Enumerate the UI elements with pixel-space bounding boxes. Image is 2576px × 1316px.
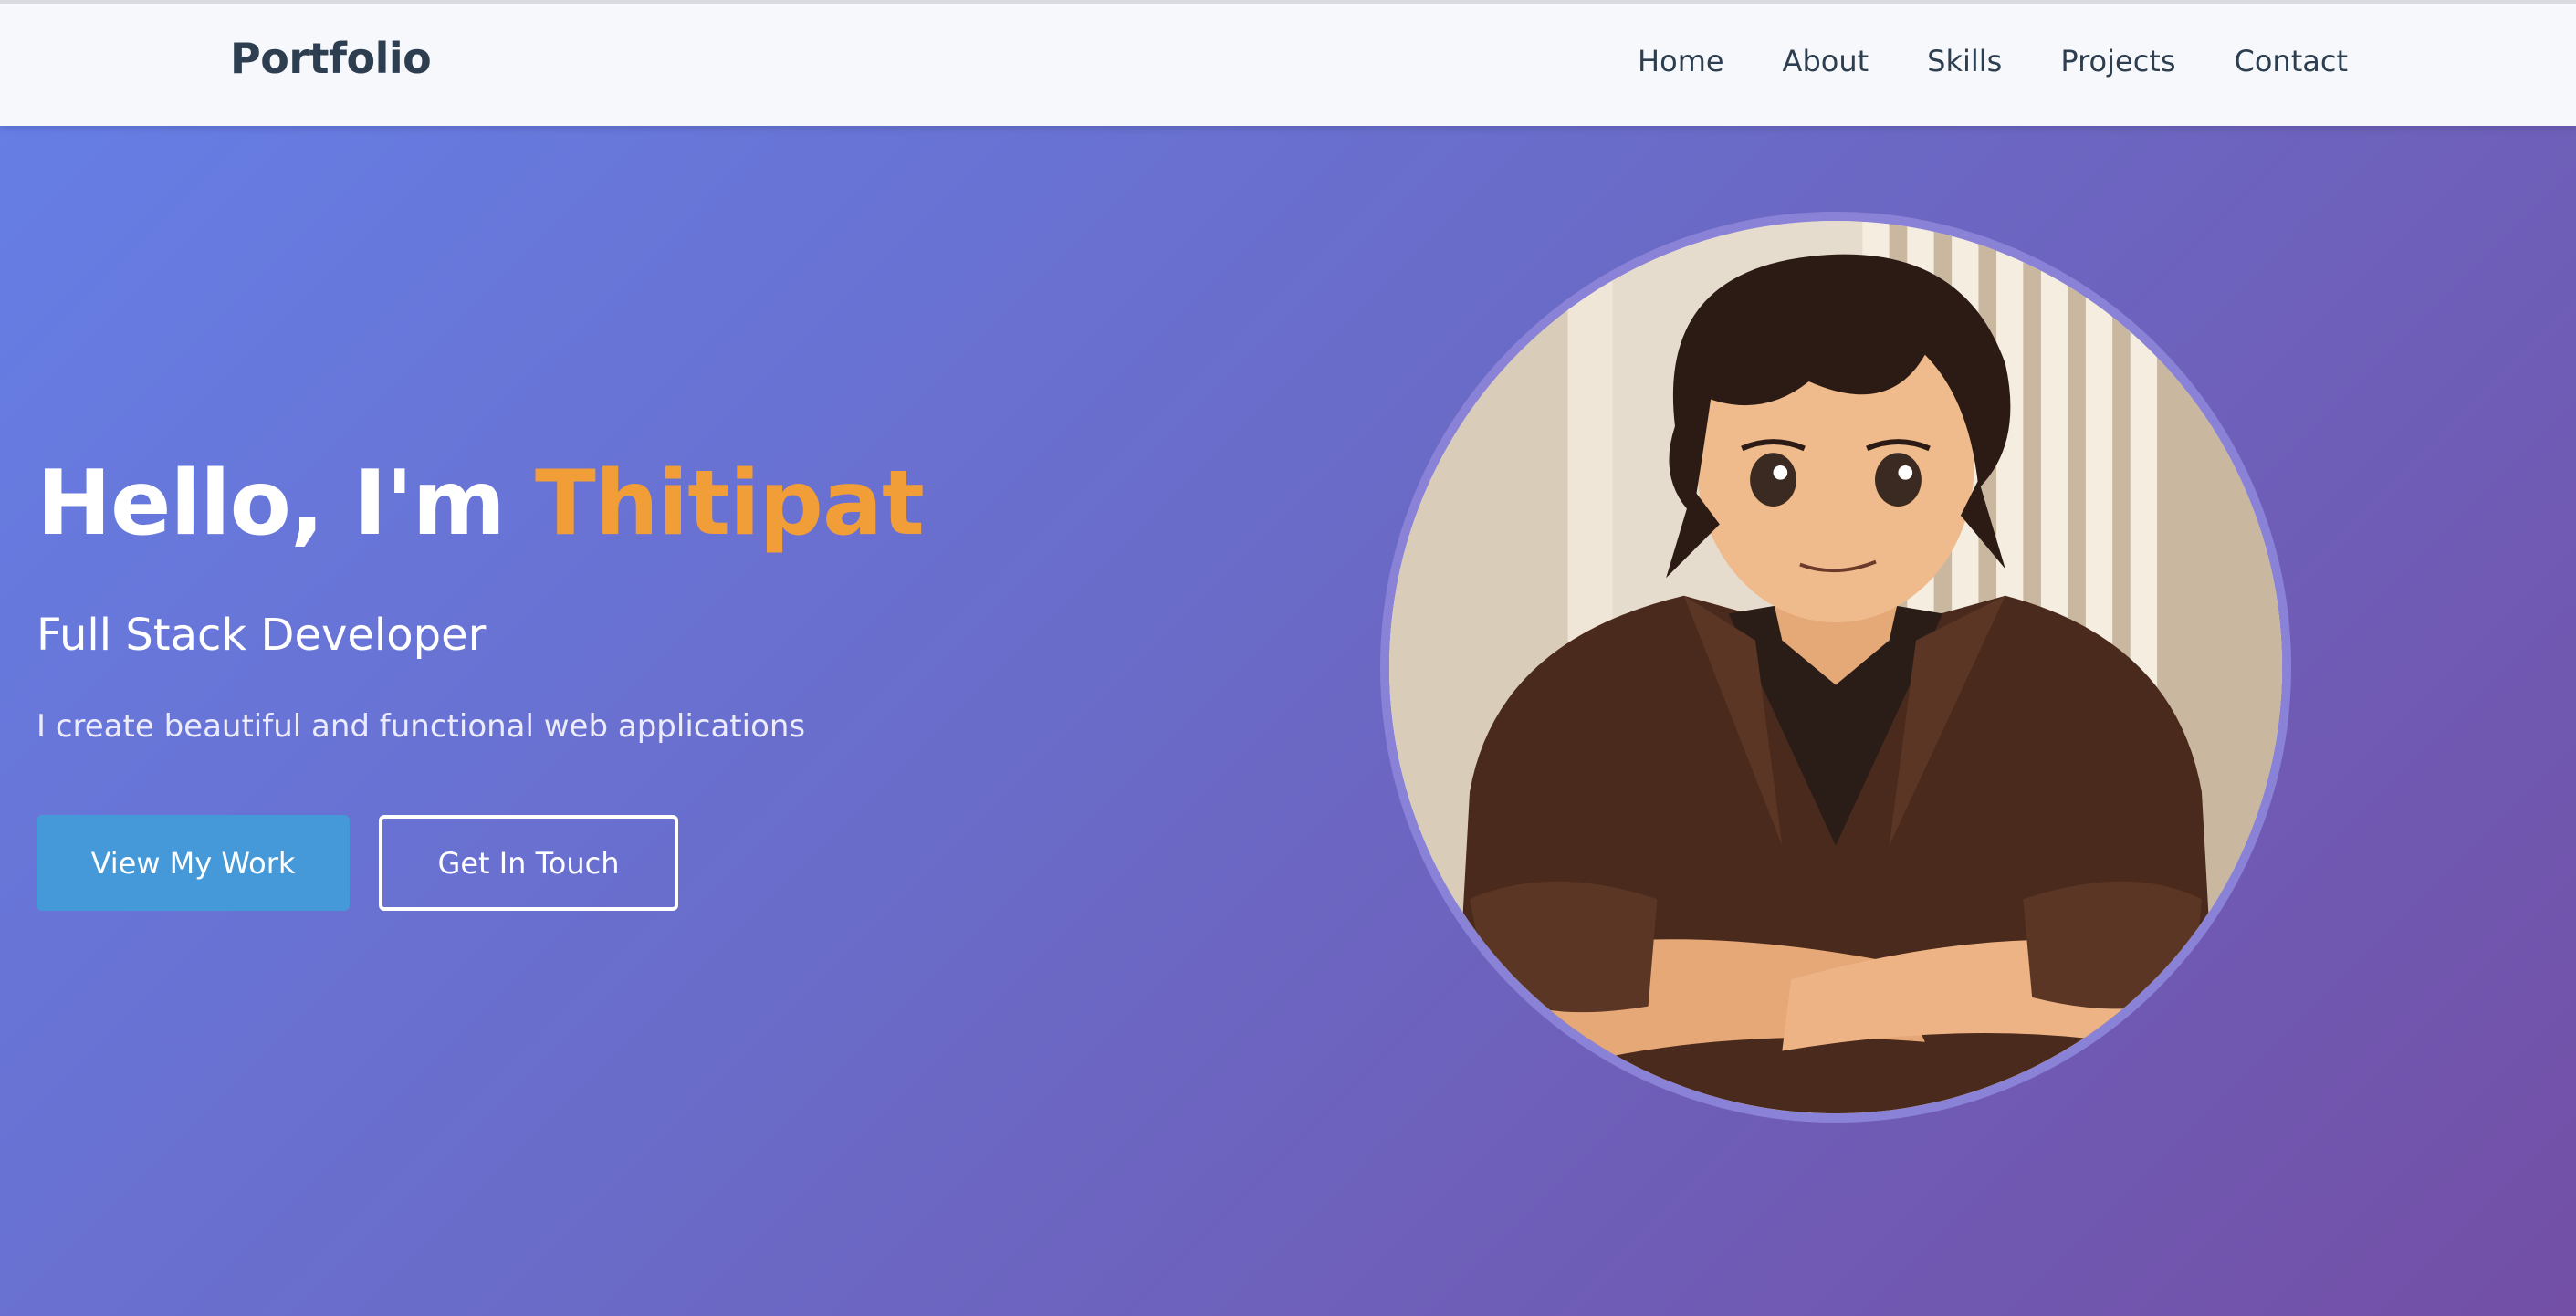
- nav-link-projects[interactable]: Projects: [2060, 44, 2175, 78]
- nav-link-about[interactable]: About: [1783, 44, 1869, 78]
- site-logo[interactable]: Portfolio: [230, 34, 432, 83]
- hero-tagline: I create beautiful and functional web ap…: [37, 708, 806, 745]
- hero-subtitle: Full Stack Developer: [37, 610, 487, 661]
- nav-link-contact[interactable]: Contact: [2235, 44, 2349, 78]
- get-in-touch-button[interactable]: Get In Touch: [379, 815, 678, 911]
- nav-link-home[interactable]: Home: [1638, 44, 1724, 78]
- profile-avatar: [1380, 212, 2291, 1123]
- hero-title: Hello, I'm Thitipat: [37, 452, 925, 556]
- top-navbar: Portfolio Home About Skills Projects Con…: [0, 0, 2576, 126]
- hero-greeting: Hello, I'm: [37, 452, 536, 556]
- nav-link-skills[interactable]: Skills: [1927, 44, 2002, 78]
- nav-menu: Home About Skills Projects Contact: [1638, 44, 2348, 78]
- hero-name: Thitipat: [535, 452, 925, 556]
- view-my-work-button[interactable]: View My Work: [37, 815, 350, 911]
- anime-portrait-image: [1389, 221, 2282, 1113]
